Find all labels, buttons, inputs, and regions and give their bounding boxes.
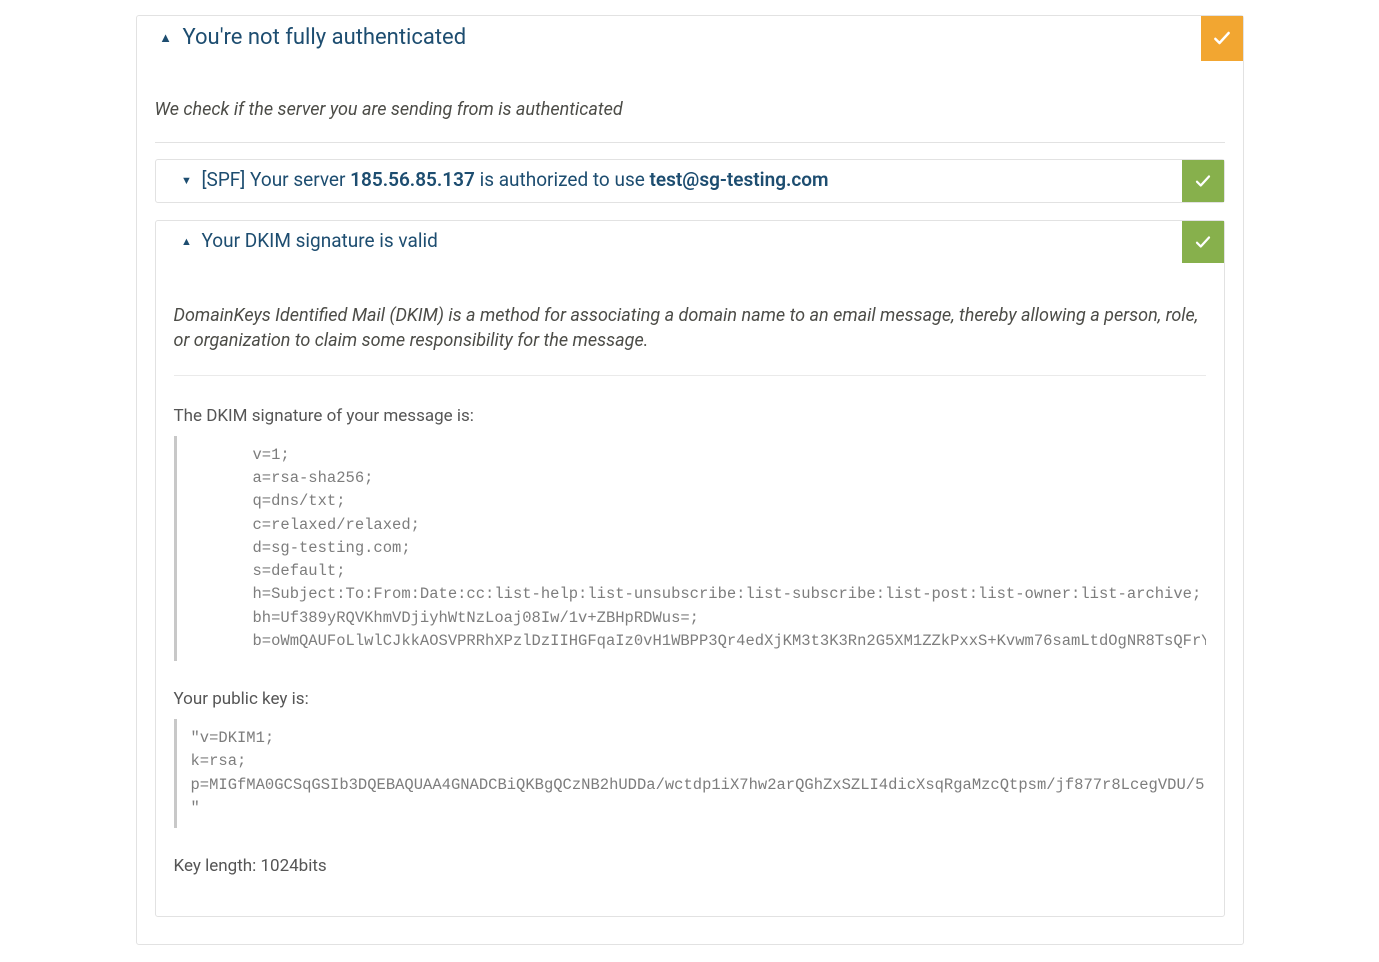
auth-main-panel: ▲ You're not fully authenticated We chec… — [136, 15, 1244, 945]
dkim-panel: ▲ Your DKIM signature is valid DomainKey… — [155, 220, 1225, 918]
key-length-value: 1024bits — [260, 856, 326, 876]
dkim-pubkey-block: "v=DKIM1;k=rsa;p=MIGfMA0GCSqGSIb3DQEBAQU… — [174, 719, 1206, 828]
auth-main-intro: We check if the server you are sending f… — [155, 79, 1225, 143]
dkim-title: Your DKIM signature is valid — [202, 229, 438, 254]
spf-title: [SPF] Your server 185.56.85.137 is autho… — [202, 168, 829, 193]
dkim-intro: DomainKeys Identified Mail (DKIM) is a m… — [174, 281, 1206, 375]
divider — [174, 375, 1206, 376]
check-icon — [1194, 172, 1212, 190]
code-line: q=dns/txt; — [191, 490, 1206, 513]
status-warning-badge — [1201, 16, 1243, 61]
code-line: bh=Uf389yRQVKhmVDjiyhWtNzLoaj08Iw/1v+ZBH… — [191, 607, 1206, 630]
code-line: "v=DKIM1; — [191, 727, 1206, 750]
code-line: d=sg-testing.com; — [191, 537, 1206, 560]
status-ok-badge — [1182, 160, 1224, 202]
code-line: p=MIGfMA0GCSqGSIb3DQEBAQUAA4GNADCBiQKBgQ… — [191, 774, 1206, 797]
chevron-down-icon: ▼ — [180, 174, 194, 188]
dkim-key-length: Key length: 1024bits — [174, 856, 1206, 876]
spf-panel: ▼ [SPF] Your server 185.56.85.137 is aut… — [155, 159, 1225, 203]
spf-email: test@sg-testing.com — [650, 168, 829, 191]
dkim-pubkey-label: Your public key is: — [174, 689, 1206, 709]
auth-main-header[interactable]: ▲ You're not fully authenticated — [137, 16, 1243, 61]
check-icon — [1212, 28, 1232, 48]
code-line: h=Subject:To:From:Date:cc:list-help:list… — [191, 583, 1206, 606]
dkim-body: DomainKeys Identified Mail (DKIM) is a m… — [156, 263, 1224, 917]
check-icon — [1194, 233, 1212, 251]
spf-header[interactable]: ▼ [SPF] Your server 185.56.85.137 is aut… — [156, 160, 1224, 202]
spf-mid: is authorized to use — [475, 168, 650, 191]
code-line: a=rsa-sha256; — [191, 467, 1206, 490]
code-line: k=rsa; — [191, 750, 1206, 773]
code-line: s=default; — [191, 560, 1206, 583]
key-length-label: Key length: — [174, 856, 261, 876]
spf-prefix: [SPF] Your server — [202, 168, 351, 191]
code-line: " — [191, 797, 1206, 820]
code-line: c=relaxed/relaxed; — [191, 514, 1206, 537]
dkim-sig-block: v=1;a=rsa-sha256;q=dns/txt;c=relaxed/rel… — [174, 436, 1206, 661]
spf-ip: 185.56.85.137 — [350, 168, 475, 191]
code-line: b=oWmQAUFoLlwlCJkkAOSVPRRhXPzlDzIIHGFqaI… — [191, 630, 1206, 653]
dkim-header[interactable]: ▲ Your DKIM signature is valid — [156, 221, 1224, 263]
dkim-sig-label: The DKIM signature of your message is: — [174, 406, 1206, 426]
chevron-up-icon: ▲ — [180, 235, 194, 249]
status-ok-badge — [1182, 221, 1224, 263]
chevron-up-icon: ▲ — [159, 31, 173, 48]
auth-main-body: We check if the server you are sending f… — [137, 61, 1243, 945]
code-line: v=1; — [191, 444, 1206, 467]
auth-main-title: You're not fully authenticated — [183, 24, 467, 53]
